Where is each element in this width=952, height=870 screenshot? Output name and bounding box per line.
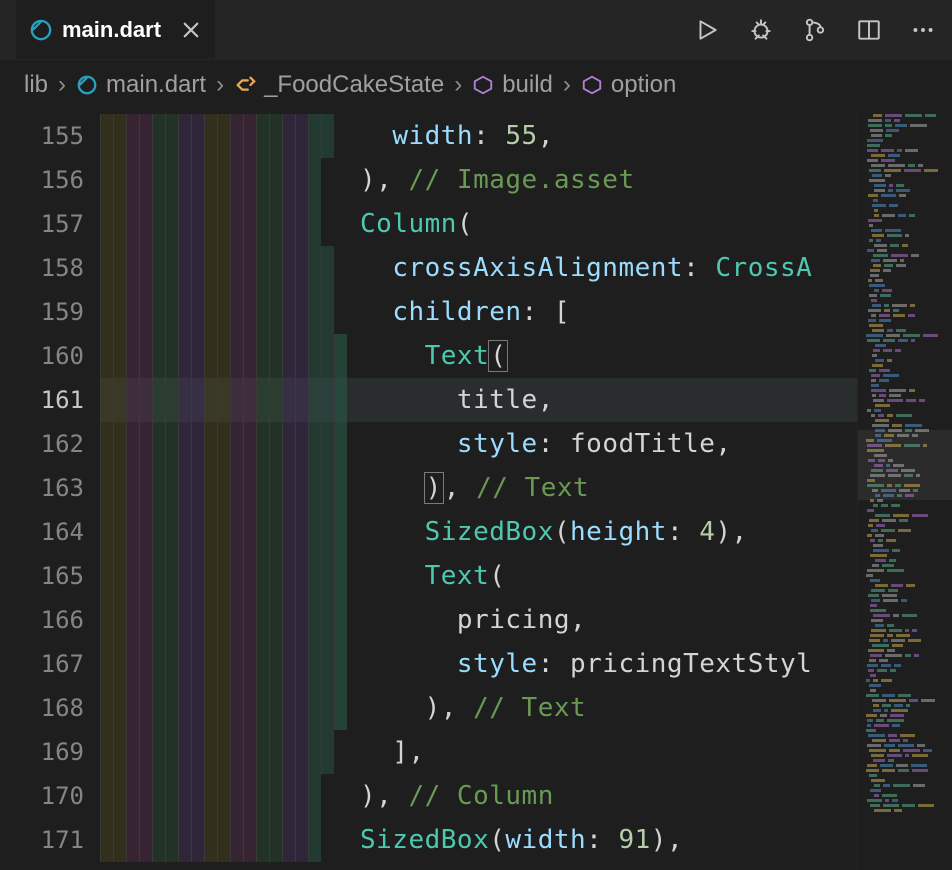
gutter: 1551561571581591601611621631641651661671… <box>0 110 100 870</box>
breadcrumb-label: lib <box>24 71 48 99</box>
debug-icon[interactable] <box>748 17 774 43</box>
line-number: 171 <box>0 818 100 862</box>
line-number: 155 <box>0 114 100 158</box>
split-editor-icon[interactable] <box>856 17 882 43</box>
line-number: 158 <box>0 246 100 290</box>
minimap-viewport[interactable] <box>858 430 952 500</box>
code-line[interactable]: ), // Column <box>100 774 857 818</box>
line-number: 168 <box>0 686 100 730</box>
code-line[interactable]: pricing, <box>100 598 857 642</box>
code-line[interactable]: width: 55, <box>100 114 857 158</box>
chevron-right-icon: › <box>450 71 466 99</box>
breadcrumb-file[interactable]: main.dart <box>76 71 206 99</box>
breadcrumb-label: build <box>502 71 553 99</box>
code-line[interactable]: SizedBox(width: 91), <box>100 818 857 862</box>
method-icon <box>581 74 603 96</box>
run-icon[interactable] <box>694 17 720 43</box>
more-icon[interactable] <box>910 17 936 43</box>
code-line[interactable]: title, <box>100 378 857 422</box>
line-number: 157 <box>0 202 100 246</box>
minimap[interactable] <box>857 110 952 870</box>
line-number: 165 <box>0 554 100 598</box>
code-line[interactable]: Column( <box>100 202 857 246</box>
line-number: 170 <box>0 774 100 818</box>
line-number: 163 <box>0 466 100 510</box>
breadcrumb-class[interactable]: _FoodCakeState <box>234 71 444 99</box>
code-line[interactable]: ), // Text <box>100 466 857 510</box>
breadcrumb-build[interactable]: build <box>472 71 553 99</box>
code-area[interactable]: width: 55,), // Image.assetColumn( cross… <box>100 110 857 870</box>
breadcrumb-label: main.dart <box>106 71 206 99</box>
breadcrumb-label: _FoodCakeState <box>264 71 444 99</box>
breadcrumb-label: option <box>611 71 676 99</box>
code-line[interactable]: children: [ <box>100 290 857 334</box>
line-number: 159 <box>0 290 100 334</box>
tab-bar: main.dart <box>0 0 952 60</box>
chevron-right-icon: › <box>54 71 70 99</box>
line-number: 167 <box>0 642 100 686</box>
line-number: 164 <box>0 510 100 554</box>
source-control-icon[interactable] <box>802 17 828 43</box>
dart-file-icon <box>76 74 98 96</box>
chevron-right-icon: › <box>212 71 228 99</box>
tab-main-dart[interactable]: main.dart <box>16 0 215 59</box>
breadcrumb-option[interactable]: option <box>581 71 676 99</box>
close-icon[interactable] <box>181 20 201 40</box>
line-number: 169 <box>0 730 100 774</box>
line-number: 162 <box>0 422 100 466</box>
code-line[interactable]: ), // Text <box>100 686 857 730</box>
editor[interactable]: 1551561571581591601611621631641651661671… <box>0 110 952 870</box>
tab-label: main.dart <box>62 17 161 43</box>
tabs: main.dart <box>16 0 215 59</box>
line-number: 160 <box>0 334 100 378</box>
code-line[interactable]: Text( <box>100 554 857 598</box>
line-number: 156 <box>0 158 100 202</box>
method-icon <box>472 74 494 96</box>
code-line[interactable]: ), // Image.asset <box>100 158 857 202</box>
line-number: 161 <box>0 378 100 422</box>
code-line[interactable]: SizedBox(height: 4), <box>100 510 857 554</box>
code-line[interactable]: crossAxisAlignment: CrossA <box>100 246 857 290</box>
chevron-right-icon: › <box>559 71 575 99</box>
breadcrumb-lib[interactable]: lib <box>24 71 48 99</box>
line-number: 166 <box>0 598 100 642</box>
breadcrumbs: lib › main.dart › _FoodCakeState › build… <box>0 60 952 110</box>
editor-actions <box>694 17 936 43</box>
class-icon <box>234 74 256 96</box>
code-line[interactable]: ], <box>100 730 857 774</box>
code-line[interactable]: style: pricingTextStyl <box>100 642 857 686</box>
dart-file-icon <box>30 19 52 41</box>
code-line[interactable]: style: foodTitle, <box>100 422 857 466</box>
code-line[interactable]: Text( <box>100 334 857 378</box>
